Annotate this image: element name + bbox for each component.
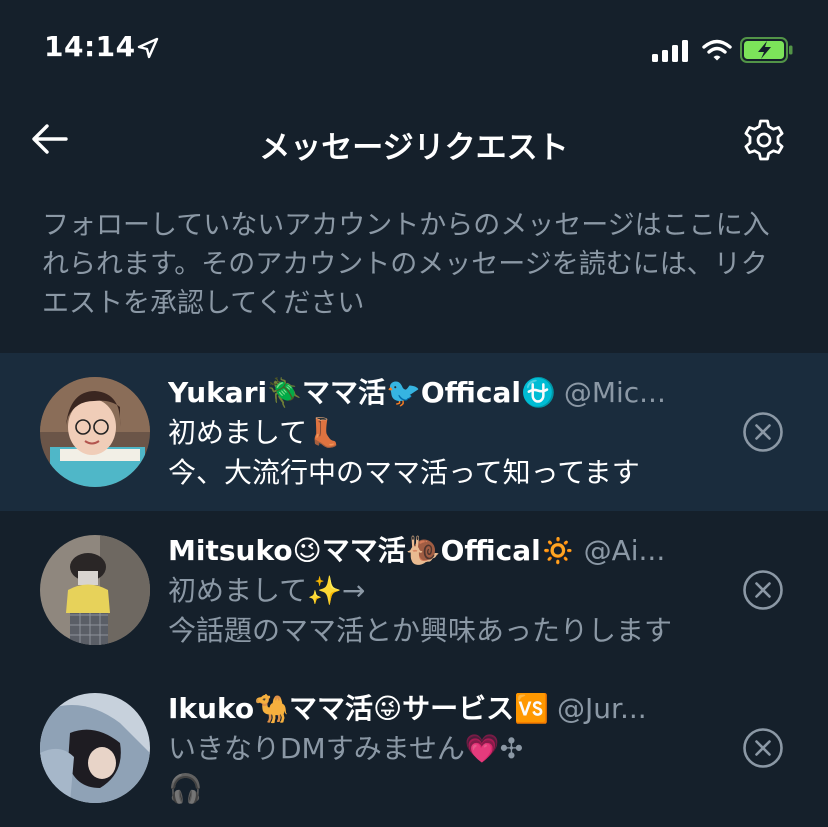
avatar[interactable] xyxy=(40,693,150,803)
settings-gear-icon[interactable] xyxy=(742,118,786,162)
sender-handle: @Jur... xyxy=(557,692,647,725)
sender-handle: @Ai... xyxy=(583,534,666,567)
requests-description: フォローしていないアカウントからのメッセージはここに入れられます。そのアカウント… xyxy=(42,210,770,319)
message-preview-line2: 今話題のママ活とか興味あったりします xyxy=(168,614,673,647)
avatar-image xyxy=(40,693,150,803)
message-preview-line1: いきなりDMすみません💗✣ xyxy=(168,732,524,765)
location-arrow-icon xyxy=(137,37,159,59)
header: メッセージリクエスト xyxy=(0,110,828,170)
sender-name: Mitsuko😉ママ活🐌Offical🔅 xyxy=(168,534,576,567)
avatar-image xyxy=(40,535,150,645)
sender-name: Yukari🪲ママ活🐦Offical⛎ xyxy=(168,376,556,409)
avatar[interactable] xyxy=(40,535,150,645)
message-preview-line2: 🎧 xyxy=(168,772,203,805)
message-request-row[interactable]: Yukari🪲ママ活🐦Offical⛎ @Mic... 初めまして👢 今、大流行中… xyxy=(0,353,828,511)
status-bar: 14:14 xyxy=(0,0,828,100)
status-time: 14:14 xyxy=(44,30,136,63)
sender-name: Ikuko🐪ママ活😜サービス🆚 xyxy=(168,692,549,725)
dismiss-request-icon[interactable] xyxy=(742,727,784,769)
page-title: メッセージリクエスト xyxy=(259,130,569,166)
sender-handle: @Mic... xyxy=(563,376,666,409)
avatar-image xyxy=(40,377,150,487)
sender-name-line: Yukari🪲ママ活🐦Offical⛎ @Mic... xyxy=(168,373,708,413)
cellular-signal-icon xyxy=(652,40,688,62)
message-preview-line2: 今、大流行中のママ活って知ってます xyxy=(168,456,640,489)
wifi-icon xyxy=(702,39,732,61)
sender-name-line: Mitsuko😉ママ活🐌Offical🔅 @Ai... xyxy=(168,531,708,571)
dismiss-request-icon[interactable] xyxy=(742,569,784,611)
message-request-row[interactable]: Mitsuko😉ママ活🐌Offical🔅 @Ai... 初めまして✨→ 今話題のマ… xyxy=(0,511,828,669)
dismiss-request-icon[interactable] xyxy=(742,411,784,453)
battery-charging-icon xyxy=(740,37,793,63)
sender-name-line: Ikuko🐪ママ活😜サービス🆚 @Jur... xyxy=(168,689,708,729)
message-request-row[interactable]: Ikuko🐪ママ活😜サービス🆚 @Jur... いきなりDMすみません💗✣ 🎧 xyxy=(0,669,828,827)
message-preview-line1: 初めまして👢 xyxy=(168,416,343,449)
avatar[interactable] xyxy=(40,377,150,487)
message-preview-line1: 初めまして✨→ xyxy=(168,574,366,607)
